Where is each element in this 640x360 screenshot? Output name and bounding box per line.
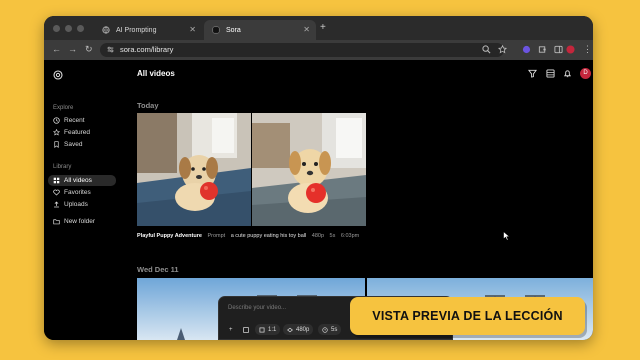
filter-icon[interactable] xyxy=(528,69,537,78)
mouse-cursor-icon xyxy=(503,231,511,241)
section-today: Today xyxy=(137,101,159,110)
address-bar[interactable]: sora.com/library xyxy=(100,43,504,57)
sora-favicon-icon xyxy=(212,26,220,34)
sidebar-item-recent[interactable]: Recent xyxy=(48,115,116,126)
new-folder-button[interactable]: New folder xyxy=(48,216,116,227)
sidebar-item-label: Uploads xyxy=(64,201,88,208)
explore-heading: Explore xyxy=(53,105,74,111)
sidebar-item-label: Favorites xyxy=(64,189,91,196)
video-duration: 5s xyxy=(329,233,336,239)
bookmark-icon xyxy=(54,141,59,148)
tab-ai-prompting[interactable]: AI Prompting ✕ xyxy=(94,20,202,40)
new-tab-icon[interactable]: + xyxy=(320,22,326,33)
add-media-icon[interactable]: + xyxy=(225,324,237,335)
tab-sora[interactable]: Sora ✕ xyxy=(204,20,316,40)
video-title[interactable]: Playful Puppy Adventure xyxy=(137,233,202,239)
lesson-preview-badge: VISTA PREVIA DE LA LECCIÓN xyxy=(350,297,585,335)
sora-logo-icon[interactable] xyxy=(53,70,63,80)
url-text: sora.com/library xyxy=(120,45,174,54)
video-thumbnail-2[interactable] xyxy=(252,113,366,226)
duration-button[interactable]: 5s xyxy=(318,324,342,335)
storyboard-icon[interactable] xyxy=(239,324,256,335)
resolution-icon xyxy=(287,327,293,332)
close-tab-icon[interactable]: ✕ xyxy=(303,25,310,34)
reload-icon[interactable]: ↻ xyxy=(85,44,93,55)
tab-title: AI Prompting xyxy=(116,26,157,34)
aspect-ratio-label: 1:1 xyxy=(268,326,277,333)
prompt-label: Prompt xyxy=(207,233,226,239)
video-time: 6:03pm xyxy=(340,233,360,239)
heart-icon xyxy=(53,189,60,196)
minimize-window-button[interactable] xyxy=(65,25,72,32)
window-controls[interactable] xyxy=(53,25,84,32)
zoom-icon[interactable] xyxy=(482,45,491,54)
layout-icon[interactable] xyxy=(546,69,555,78)
sidebar-item-label: Recent xyxy=(64,117,85,124)
aspect-ratio-button[interactable]: 1:1 xyxy=(255,324,281,335)
puppy-image xyxy=(252,113,366,226)
sidebar-item-label: Featured xyxy=(64,129,91,136)
prompt-input[interactable]: Describe your video... xyxy=(228,305,286,311)
back-icon[interactable]: ← xyxy=(52,44,61,54)
globe-icon xyxy=(102,26,110,34)
profile-icon[interactable] xyxy=(566,45,575,54)
close-tab-icon[interactable]: ✕ xyxy=(189,25,196,34)
star-icon xyxy=(53,129,60,136)
notification-bell-icon[interactable] xyxy=(563,69,572,78)
video-caption: Playful Puppy Adventure Prompt a cute pu… xyxy=(137,233,363,239)
folder-icon xyxy=(53,219,60,225)
aspect-ratio-icon xyxy=(259,327,265,332)
tab-title: Sora xyxy=(226,26,241,34)
video-thumbnail-1[interactable] xyxy=(137,113,251,226)
grid-icon xyxy=(53,177,60,184)
puppy-image xyxy=(137,113,251,226)
maximize-window-button[interactable] xyxy=(77,25,84,32)
sidebar-item-label: Saved xyxy=(64,141,83,148)
tab-bar: AI Prompting ✕ Sora ✕ + xyxy=(44,16,593,40)
resolution-button[interactable]: 480p xyxy=(283,324,314,335)
side-panel-icon[interactable] xyxy=(554,45,563,54)
avatar[interactable]: D xyxy=(580,68,591,79)
browser-window: AI Prompting ✕ Sora ✕ + ← → ↻ sora.com/l… xyxy=(44,16,593,340)
site-settings-icon[interactable] xyxy=(107,46,114,53)
address-row: ← → ↻ sora.com/library ⋮ xyxy=(44,40,593,60)
sidebar-item-uploads[interactable]: Uploads xyxy=(48,199,116,210)
upload-icon xyxy=(54,201,59,208)
sidebar-item-favorites[interactable]: Favorites xyxy=(48,187,116,198)
timer-icon xyxy=(322,326,328,333)
prompt-text: a cute puppy eating his toy ball xyxy=(230,233,307,239)
page-title: All videos xyxy=(137,69,175,78)
clock-icon xyxy=(53,117,60,124)
menu-kebab-icon[interactable]: ⋮ xyxy=(583,44,592,55)
sidebar-item-featured[interactable]: Featured xyxy=(48,127,116,138)
sidebar-item-all-videos[interactable]: All videos xyxy=(48,175,116,186)
bookmark-star-icon[interactable] xyxy=(498,45,507,54)
forward-icon[interactable]: → xyxy=(68,44,77,54)
section-date: Wed Dec 11 xyxy=(137,265,179,274)
library-heading: Library xyxy=(53,164,72,170)
duration-label: 5s xyxy=(331,326,338,333)
puzzle-icon[interactable] xyxy=(538,45,547,54)
new-folder-label: New folder xyxy=(64,218,96,225)
sidebar-item-label: All videos xyxy=(64,177,92,184)
sidebar-item-saved[interactable]: Saved xyxy=(48,139,116,150)
resolution-label: 480p xyxy=(296,326,310,333)
video-resolution: 480p xyxy=(311,233,325,239)
close-window-button[interactable] xyxy=(53,25,60,32)
storyboard-glyph-icon xyxy=(243,326,249,333)
extension-icon[interactable] xyxy=(522,45,531,54)
